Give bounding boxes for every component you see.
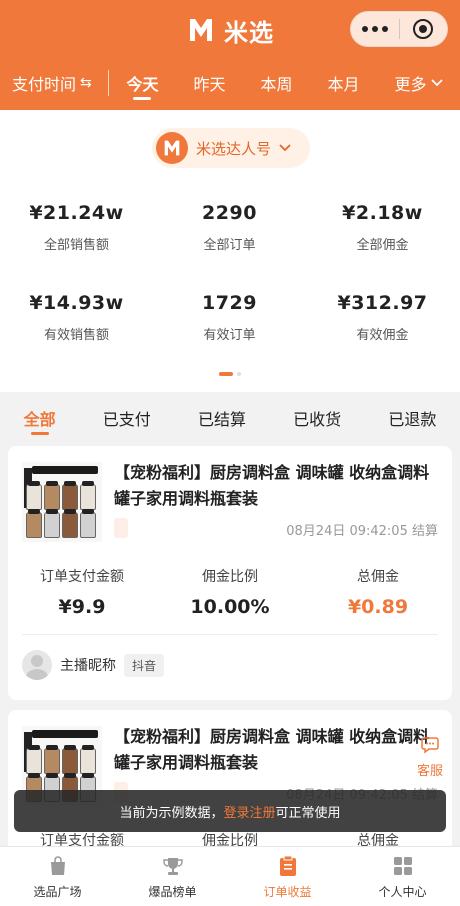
total-commission-value: ¥0.89 — [347, 596, 409, 618]
metric-label: 有效佣金 — [356, 328, 409, 343]
clipboard-icon — [279, 855, 296, 876]
metric-label: 全部佣金 — [356, 238, 409, 253]
metric-value: ¥2.18w — [342, 202, 423, 224]
indicator-dot-active — [219, 372, 233, 376]
tab-this-month[interactable]: 本月 — [325, 60, 361, 106]
chevron-down-icon — [430, 79, 443, 87]
tab-settled[interactable]: 已结算 — [198, 392, 246, 444]
grid-icon — [393, 857, 412, 875]
metric-valid-commission: ¥312.97 有效佣金 — [306, 292, 459, 343]
carousel-indicator — [0, 372, 460, 376]
chat-bubble-icon — [421, 737, 439, 754]
commission-ratio: 佣金比例 10.00% — [156, 566, 304, 618]
toast-suffix: 可正常使用 — [275, 805, 341, 821]
target-icon — [413, 19, 434, 39]
metric-label: 全部订单 — [203, 238, 256, 253]
metric-total-commission: ¥2.18w 全部佣金 — [306, 202, 459, 253]
nav-label: 个人中心 — [378, 885, 427, 899]
total-commission-label: 总佣金 — [357, 569, 399, 585]
account-logo-icon — [156, 132, 188, 164]
stats-panel: 米选达人号 ¥21.24w 全部销售额 2290 全部订单 ¥2.18w 全部佣… — [0, 110, 460, 392]
metric-label: 全部销售额 — [43, 238, 109, 253]
metric-value: ¥312.97 — [337, 292, 428, 314]
brand-name: 米选 — [224, 18, 274, 47]
period-filter-bar: 支付时间 ⇆ 今天 昨天 本周 本月 更多 — [0, 60, 460, 106]
metric-valid-orders: 1729 有效订单 — [153, 292, 306, 343]
host-name: 主播昵称 — [60, 658, 116, 674]
metric-value: ¥21.24w — [29, 202, 124, 224]
tab-received[interactable]: 已收货 — [293, 392, 341, 444]
order-status-tabs: 全部 已支付 已结算 已收货 已退款 — [0, 392, 460, 444]
tab-today[interactable]: 今天 — [124, 60, 160, 106]
brand-logo-icon — [190, 19, 212, 41]
tab-this-week[interactable]: 本周 — [258, 60, 294, 106]
tab-more[interactable]: 更多 — [392, 60, 444, 106]
metric-value: 2290 — [202, 202, 257, 224]
product-title: 【宠粉福利】厨房调料盒 调味罐 收纳盒调料罐子家用调料瓶套装 — [114, 727, 430, 772]
nav-item-product-square[interactable]: 选品广场 — [0, 847, 115, 906]
product-tag — [114, 518, 128, 538]
account-selector[interactable]: 米选达人号 — [152, 128, 310, 168]
metric-label: 有效订单 — [203, 328, 256, 343]
bottom-nav: 选品广场 爆品榜单 订单收益 个人中心 — [0, 846, 460, 906]
swap-arrows-icon: ⇆ — [80, 75, 92, 91]
more-menu-button[interactable] — [351, 26, 399, 32]
more-label: 更多 — [394, 75, 427, 94]
metric-valid-sales: ¥14.93w 有效销售额 — [0, 292, 153, 343]
mini-program-capsule — [350, 11, 448, 47]
nav-item-personal-center[interactable]: 个人中心 — [345, 847, 460, 906]
pay-amount-value: ¥9.9 — [58, 596, 106, 618]
sort-by-pay-time-button[interactable]: 支付时间 ⇆ — [0, 71, 108, 95]
total-commission: 总佣金 ¥0.89 — [304, 566, 452, 618]
customer-service-label: 客服 — [416, 764, 443, 779]
account-name: 米选达人号 — [196, 139, 272, 158]
commission-ratio-value: 10.00% — [190, 596, 270, 618]
metric-value: 1729 — [202, 292, 257, 314]
avatar — [22, 650, 52, 680]
toast-prefix: 当前为示例数据， — [119, 805, 224, 821]
nav-item-order-earnings[interactable]: 订单收益 — [230, 847, 345, 906]
nav-item-hot-ranking[interactable]: 爆品榜单 — [115, 847, 230, 906]
order-figures: 订单支付金额 ¥9.9 佣金比例 10.00% 总佣金 ¥0.89 — [8, 566, 452, 618]
sort-label: 支付时间 — [12, 75, 77, 94]
login-register-link[interactable]: 登录注册 — [223, 802, 275, 821]
customer-service-button[interactable]: 客服 — [410, 736, 450, 779]
metric-value: ¥14.93w — [29, 292, 124, 314]
product-title: 【宠粉福利】厨房调料盒 调味罐 收纳盒调料罐子家用调料瓶套装 — [114, 463, 430, 508]
pay-amount: 订单支付金额 ¥9.9 — [8, 566, 156, 618]
tab-paid[interactable]: 已支付 — [103, 392, 151, 444]
order-card[interactable]: 【宠粉福利】厨房调料盒 调味罐 收纳盒调料罐子家用调料瓶套装 08月24日 09… — [8, 446, 452, 700]
trophy-icon — [162, 858, 183, 875]
chevron-down-icon — [279, 144, 291, 152]
platform-badge: 抖音 — [124, 653, 165, 677]
metric-label: 有效销售额 — [43, 328, 109, 343]
close-miniprogram-button[interactable] — [400, 19, 448, 39]
divider — [22, 634, 438, 635]
shopping-bag-icon — [50, 856, 65, 875]
sample-data-toast: 当前为示例数据， 登录注册 可正常使用 — [14, 790, 446, 832]
period-tabs: 今天 昨天 本周 本月 更多 — [109, 60, 460, 106]
indicator-dot — [237, 372, 241, 376]
host-info: 主播昵称 抖音 — [22, 650, 165, 680]
tab-yesterday[interactable]: 昨天 — [191, 60, 227, 106]
tab-all[interactable]: 全部 — [24, 392, 56, 444]
metric-total-orders: 2290 全部订单 — [153, 202, 306, 253]
tab-refunded[interactable]: 已退款 — [388, 392, 436, 444]
commission-ratio-label: 佣金比例 — [202, 569, 258, 585]
metric-total-sales: ¥21.24w 全部销售额 — [0, 202, 153, 253]
app-header: 米选 支付时间 ⇆ 今天 昨天 本周 本月 更多 — [0, 0, 460, 110]
nav-label: 爆品榜单 — [148, 885, 197, 899]
order-time-status: 08月24日 09:42:05 结算 — [286, 524, 438, 539]
product-thumbnail — [22, 462, 102, 542]
pay-amount-label: 订单支付金额 — [40, 569, 124, 585]
nav-label: 选品广场 — [33, 885, 82, 899]
nav-label: 订单收益 — [263, 885, 312, 899]
